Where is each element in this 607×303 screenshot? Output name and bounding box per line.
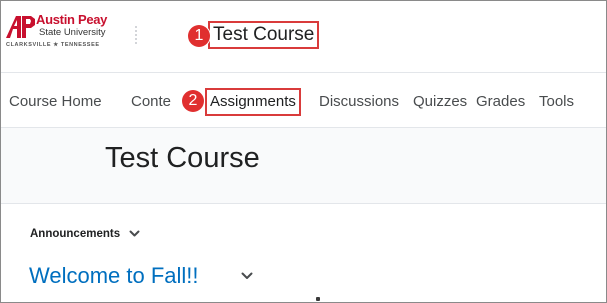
nav-item-quizzes[interactable]: Quizzes (413, 93, 467, 111)
course-title-link[interactable]: Test Course (208, 21, 320, 49)
nav-item-course-home[interactable]: Course Home (9, 93, 102, 111)
ap-logo-icon (6, 16, 35, 38)
nav-item-assignments[interactable]: Assignments (205, 88, 301, 116)
callout-step-1: 1 (188, 25, 210, 47)
logo-text-subtitle: State University (39, 27, 106, 38)
logo-text-location: CLARKSVILLE ★ TENNESSEE (6, 42, 100, 48)
nav-item-grades[interactable]: Grades (476, 93, 525, 111)
page-title: Test Course (105, 142, 260, 174)
nav-item-content[interactable]: Conte (131, 93, 171, 111)
announcement-title-link[interactable]: Welcome to Fall!! (29, 263, 199, 289)
browser-frame: Austin Peay State University CLARKSVILLE… (0, 0, 607, 303)
header-divider (135, 25, 137, 45)
announcements-label: Announcements (30, 228, 121, 240)
nav-item-discussions[interactable]: Discussions (319, 93, 399, 111)
announcements-widget-header[interactable]: Announcements (30, 228, 140, 240)
nav-item-tools[interactable]: Tools (539, 93, 574, 111)
page-header: Test Course (1, 128, 606, 204)
top-header: Austin Peay State University CLARKSVILLE… (1, 1, 606, 73)
course-navbar: Course Home Conte Assignments Discussion… (1, 74, 606, 128)
chevron-down-icon[interactable] (241, 272, 253, 280)
callout-step-2: 2 (182, 90, 204, 112)
university-logo[interactable]: Austin Peay State University CLARKSVILLE… (6, 12, 124, 52)
cursor-mark (316, 297, 320, 301)
chevron-down-icon[interactable] (129, 230, 140, 238)
logo-text-name: Austin Peay (36, 12, 108, 27)
